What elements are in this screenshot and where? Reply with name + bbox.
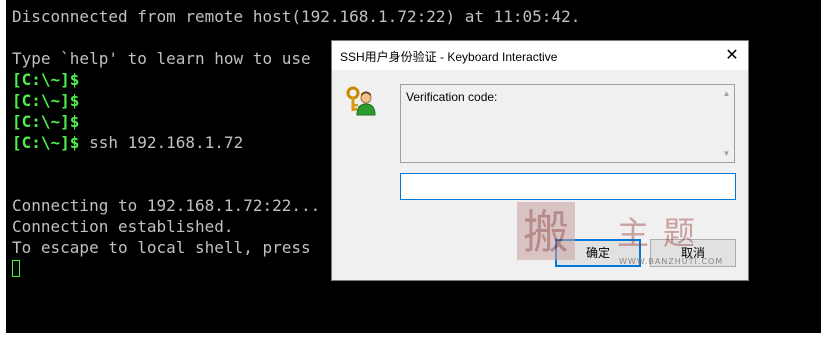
close-icon[interactable]: ✕ — [722, 45, 742, 65]
ok-button[interactable]: 确定 — [555, 239, 641, 267]
verification-code-label: Verification code: — [406, 90, 498, 104]
dialog-title: SSH用户身份验证 - Keyboard Interactive — [340, 50, 558, 64]
prompt-box: Verification code: ▲ ▼ — [400, 84, 735, 163]
user-key-icon — [344, 85, 376, 117]
terminal-cursor — [12, 260, 20, 277]
prompt-scrollbar[interactable]: ▲ ▼ — [719, 85, 734, 162]
scroll-down-icon[interactable]: ▼ — [722, 149, 731, 158]
keyboard-interactive-dialog: SSH用户身份验证 - Keyboard Interactive ✕ Verif… — [331, 40, 749, 281]
dialog-titlebar[interactable]: SSH用户身份验证 - Keyboard Interactive ✕ — [332, 41, 748, 70]
terminal-line-disconnected: Disconnected from remote host(192.168.1.… — [12, 7, 581, 26]
terminal-prompt: [C:\~]$ — [12, 133, 80, 152]
terminal-line-help: Type `help' to learn how to use — [12, 49, 321, 68]
terminal-line-escape: To escape to local shell, press — [12, 238, 321, 257]
verification-code-input[interactable] — [400, 173, 736, 200]
cancel-button[interactable]: 取消 — [650, 239, 736, 267]
terminal-cursor-line — [12, 259, 20, 280]
scroll-up-icon[interactable]: ▲ — [722, 89, 731, 98]
terminal-line-connecting: Connecting to 192.168.1.72:22... — [12, 196, 321, 215]
terminal-prompt: [C:\~]$ — [12, 112, 80, 131]
ssh-command: ssh 192.168.1.72 — [79, 133, 244, 152]
terminal-prompt: [C:\~]$ — [12, 91, 80, 110]
terminal-line-ssh: [C:\~]$ ssh 192.168.1.72 — [12, 133, 243, 154]
terminal-prompt: [C:\~]$ — [12, 70, 80, 89]
terminal-line-established: Connection established. — [12, 217, 234, 236]
